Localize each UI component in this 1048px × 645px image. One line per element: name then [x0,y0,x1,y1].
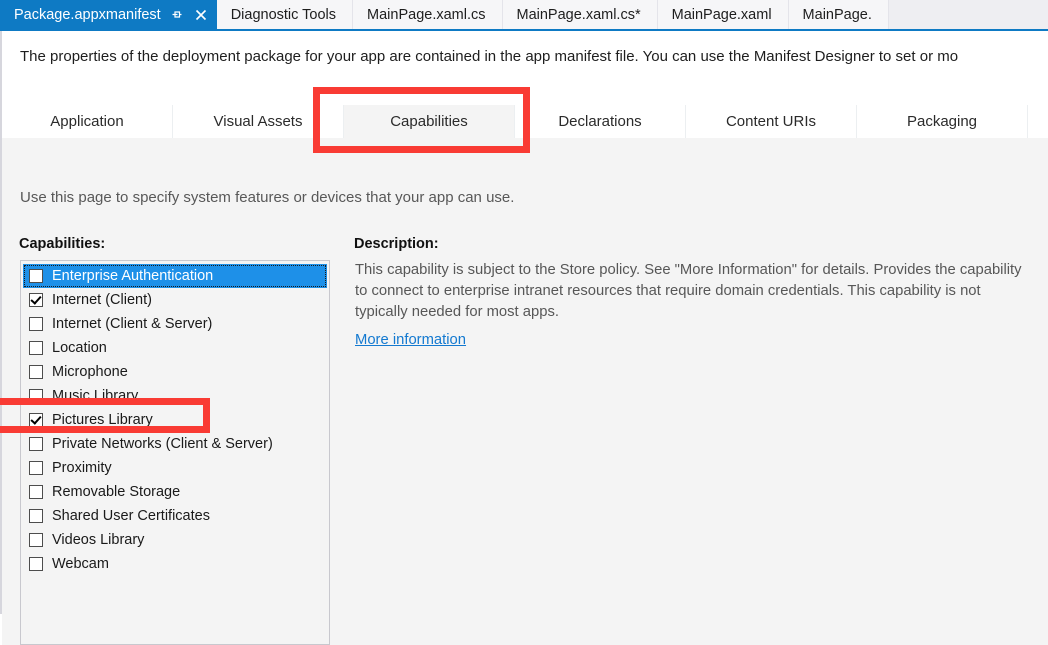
description-text: This capability is subject to the Store … [355,260,1027,323]
capability-label: Pictures Library [52,412,153,428]
capability-label: Music Library [52,388,138,404]
list-item[interactable]: Microphone [21,360,329,384]
checkbox-checked-icon[interactable] [29,293,43,307]
tab-visual-assets[interactable]: Visual Assets [173,105,344,138]
list-item[interactable]: Internet (Client) [21,288,329,312]
tab-packaging[interactable]: Packaging [857,105,1028,138]
capability-label: Location [52,340,107,356]
capability-label: Videos Library [52,532,144,548]
list-item[interactable]: Shared User Certificates [21,504,329,528]
capability-label: Microphone [52,364,128,380]
editor-tab-label: MainPage. [803,7,874,23]
editor-tab-label: MainPage.xaml.cs [367,7,487,23]
designer-tab-label: Declarations [558,113,641,130]
tab-content-uris[interactable]: Content URIs [686,105,857,138]
checkbox-unchecked-icon[interactable] [29,509,43,523]
designer-tab-label: Capabilities [390,113,468,130]
tab-application[interactable]: Application [2,105,173,138]
list-item[interactable]: Removable Storage [21,480,329,504]
capability-label: Removable Storage [52,484,180,500]
checkbox-unchecked-icon[interactable] [29,341,43,355]
capability-label: Enterprise Authentication [52,268,213,284]
manifest-designer-body: The properties of the deployment package… [0,31,1048,614]
list-item[interactable]: Private Networks (Client & Server) [21,432,329,456]
editor-tab-2[interactable]: MainPage.xaml.cs [353,0,502,29]
checkbox-unchecked-icon[interactable] [29,437,43,451]
capability-label: Shared User Certificates [52,508,210,524]
capabilities-listbox[interactable]: Enterprise Authentication Internet (Clien… [20,260,330,645]
manifest-intro-text: The properties of the deployment package… [20,48,1048,65]
editor-tab-4[interactable]: MainPage.xaml [658,0,789,29]
list-item[interactable]: Internet (Client & Server) [21,312,329,336]
capabilities-page: Use this page to specify system features… [2,138,1048,645]
capability-label: Webcam [52,556,109,572]
designer-tab-label: Packaging [907,113,977,130]
list-item[interactable]: Music Library [21,384,329,408]
checkbox-unchecked-icon[interactable] [29,389,43,403]
checkbox-checked-icon[interactable] [29,413,43,427]
designer-tab-label: Content URIs [726,113,816,130]
capabilities-list-label: Capabilities: [19,236,105,252]
list-item[interactable]: Pictures Library [21,408,329,432]
checkbox-unchecked-icon[interactable] [29,269,43,283]
editor-tab-0[interactable]: Package.appxmanifest [0,0,217,29]
designer-tab-label: Application [50,113,123,130]
more-information-link[interactable]: More information [355,332,466,348]
tab-declarations[interactable]: Declarations [515,105,686,138]
list-item[interactable]: Videos Library [21,528,329,552]
checkbox-unchecked-icon[interactable] [29,557,43,571]
editor-tab-3[interactable]: MainPage.xaml.cs* [503,0,658,29]
designer-tab-row: Application Visual Assets Capabilities Decl… [2,105,1048,139]
capability-label: Private Networks (Client & Server) [52,436,273,452]
pin-icon[interactable] [167,4,187,26]
editor-tab-label: MainPage.xaml.cs* [517,7,643,23]
list-item[interactable]: Location [21,336,329,360]
page-hint-text: Use this page to specify system features… [20,189,514,206]
capability-label: Proximity [52,460,112,476]
checkbox-unchecked-icon[interactable] [29,533,43,547]
checkbox-unchecked-icon[interactable] [29,317,43,331]
editor-tab-5[interactable]: MainPage. [789,0,889,29]
tab-capabilities[interactable]: Capabilities [344,105,515,138]
checkbox-unchecked-icon[interactable] [29,365,43,379]
editor-tab-label: MainPage.xaml [672,7,774,23]
editor-tab-label: Diagnostic Tools [231,7,338,23]
editor-tab-1[interactable]: Diagnostic Tools [217,0,353,29]
list-item[interactable]: Proximity [21,456,329,480]
list-item[interactable]: Enterprise Authentication [23,264,327,288]
capability-label: Internet (Client & Server) [52,316,212,332]
editor-tab-label: Package.appxmanifest [14,7,163,23]
checkbox-unchecked-icon[interactable] [29,485,43,499]
capability-label: Internet (Client) [52,292,152,308]
description-label: Description: [354,236,439,252]
editor-tab-strip: Package.appxmanifest Diagnostic Tools Main… [0,0,1048,29]
close-icon[interactable] [191,4,211,26]
list-item[interactable]: Webcam [21,552,329,576]
checkbox-unchecked-icon[interactable] [29,461,43,475]
designer-tab-label: Visual Assets [214,113,303,130]
